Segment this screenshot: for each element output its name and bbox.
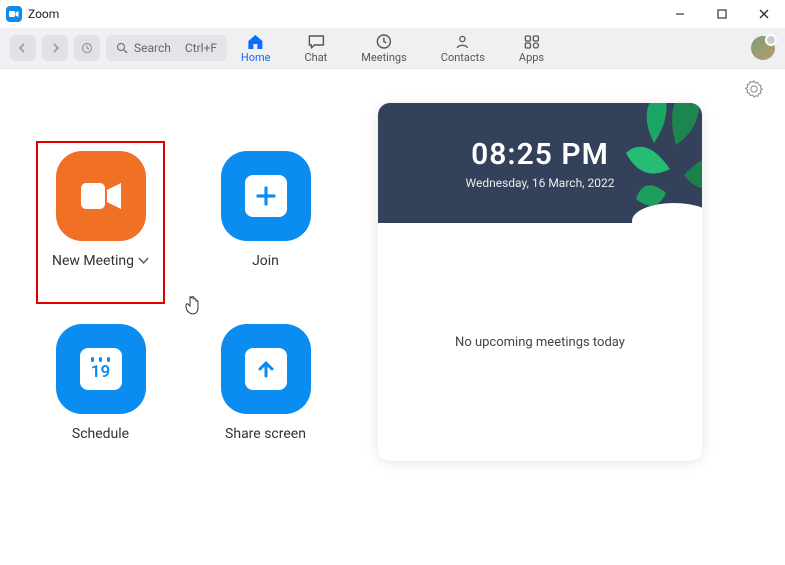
gear-icon — [745, 80, 763, 98]
tab-chat[interactable]: Chat — [304, 34, 327, 64]
minimize-button[interactable] — [663, 2, 697, 26]
close-button[interactable] — [747, 2, 781, 26]
tile-schedule[interactable]: 19 Schedule — [56, 324, 146, 461]
search-shortcut: Ctrl+F — [185, 41, 217, 55]
search-icon — [116, 42, 128, 54]
tab-nav: Home Chat Meetings Contacts Apps — [241, 33, 544, 64]
tab-home[interactable]: Home — [241, 34, 271, 64]
tab-contacts[interactable]: Contacts — [441, 34, 485, 64]
tile-schedule-label: Schedule — [72, 426, 129, 442]
home-icon — [247, 34, 265, 50]
back-button[interactable] — [10, 35, 36, 61]
contacts-icon — [454, 34, 472, 50]
current-date: Wednesday, 16 March, 2022 — [465, 176, 614, 190]
tile-join[interactable]: Join — [221, 151, 311, 288]
settings-button[interactable] — [745, 80, 763, 102]
search-input[interactable]: Search Ctrl+F — [106, 35, 227, 61]
tab-apps[interactable]: Apps — [519, 34, 544, 64]
card-header: 08:25 PM Wednesday, 16 March, 2022 — [378, 103, 702, 223]
action-grid: New Meeting Join 19 Schedule — [18, 99, 348, 461]
tile-share-label: Share screen — [225, 426, 306, 442]
avatar[interactable] — [751, 36, 775, 60]
tile-new-meeting[interactable]: New Meeting — [36, 141, 165, 304]
tab-meetings-label: Meetings — [361, 51, 406, 64]
tile-share-screen[interactable]: Share screen — [221, 324, 311, 461]
toolbar: Search Ctrl+F Home Chat Meetings Contact… — [0, 28, 785, 68]
apps-icon — [523, 34, 540, 50]
tile-new-meeting-label: New Meeting — [52, 253, 134, 269]
empty-state-text: No upcoming meetings today — [455, 335, 625, 350]
tab-meetings[interactable]: Meetings — [361, 33, 406, 64]
chat-icon — [307, 34, 325, 50]
plus-icon — [245, 175, 287, 217]
tab-apps-label: Apps — [519, 51, 544, 64]
tab-home-label: Home — [241, 51, 271, 64]
app-title: Zoom — [28, 7, 59, 21]
share-icon — [245, 348, 287, 390]
tab-contacts-label: Contacts — [441, 51, 485, 64]
clock-icon — [376, 33, 393, 50]
cursor-pointer-icon — [184, 296, 202, 320]
tab-chat-label: Chat — [304, 51, 327, 64]
zoom-app-icon — [6, 6, 22, 22]
current-time: 08:25 PM — [471, 137, 609, 172]
tile-join-label: Join — [252, 253, 279, 269]
calendar-day: 19 — [91, 364, 110, 381]
forward-button[interactable] — [42, 35, 68, 61]
plant-decoration — [604, 103, 702, 223]
title-bar: Zoom — [0, 0, 785, 28]
video-icon — [56, 151, 146, 241]
meetings-card: 08:25 PM Wednesday, 16 March, 2022 No up… — [378, 103, 702, 461]
calendar-icon: 19 — [80, 348, 122, 390]
history-button[interactable] — [74, 35, 100, 61]
search-label: Search — [134, 41, 171, 55]
chevron-down-icon[interactable] — [138, 257, 149, 265]
maximize-button[interactable] — [705, 2, 739, 26]
main-content: New Meeting Join 19 Schedule — [0, 69, 785, 461]
